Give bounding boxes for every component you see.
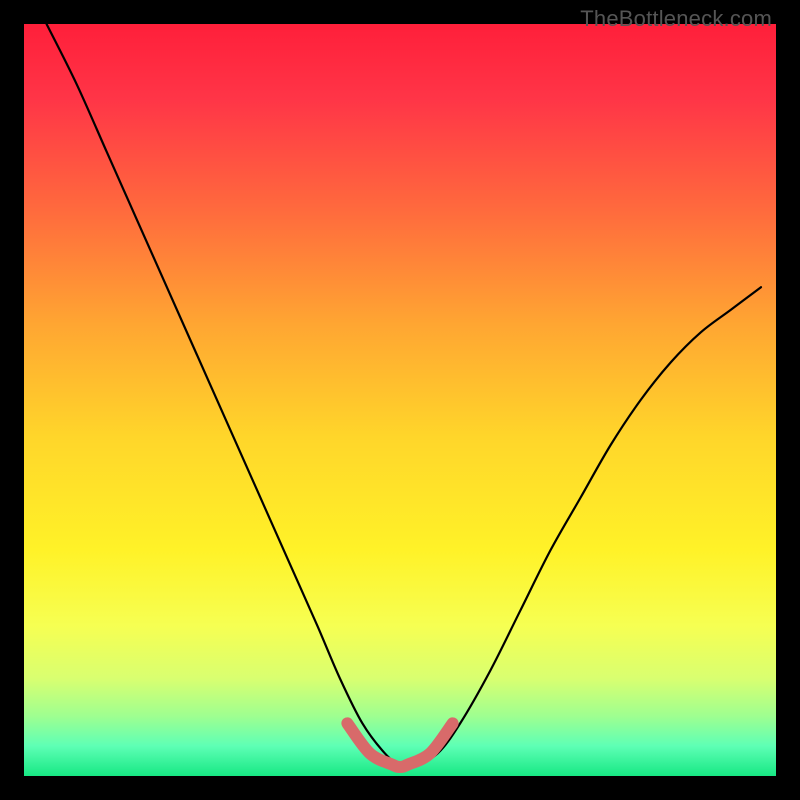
plot-area bbox=[24, 24, 776, 776]
chart-svg bbox=[24, 24, 776, 776]
chart-frame: TheBottleneck.com bbox=[0, 0, 800, 800]
gradient-background bbox=[24, 24, 776, 776]
